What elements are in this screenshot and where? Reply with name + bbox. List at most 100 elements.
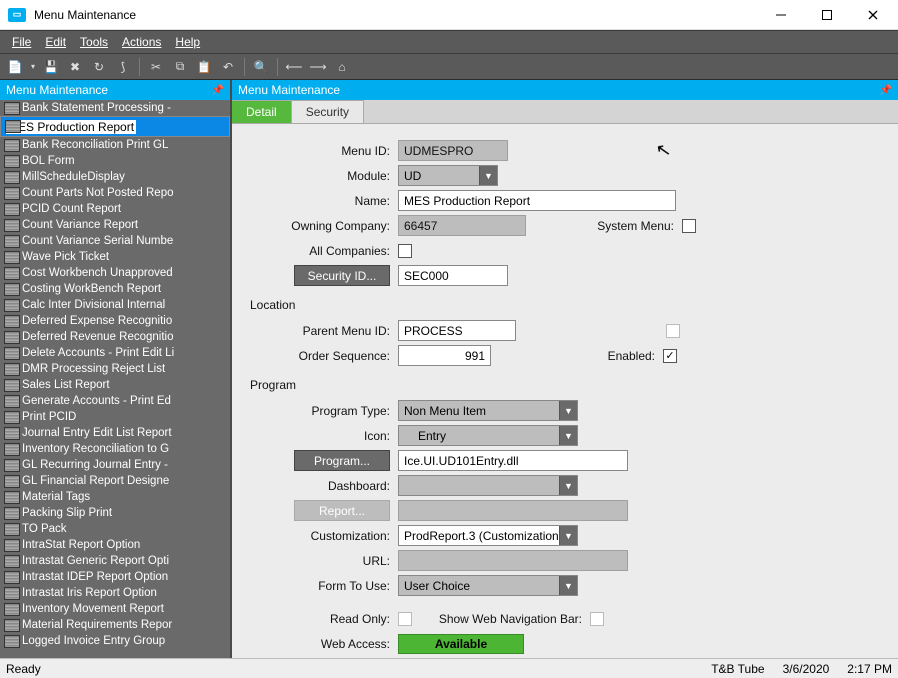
new-icon[interactable]: 📄: [4, 56, 26, 78]
tree-item-label: Generate Accounts - Print Ed: [22, 395, 171, 407]
menu-file[interactable]: File: [6, 32, 37, 52]
security-id-button[interactable]: Security ID...: [294, 265, 390, 286]
menu-edit[interactable]: Edit: [39, 32, 72, 52]
enabled-checkbox[interactable]: ✓: [663, 349, 677, 363]
show-web-nav-checkbox[interactable]: [590, 612, 604, 626]
tree-item[interactable]: PCID Count Report: [0, 201, 230, 217]
new-dropdown-icon[interactable]: ▾: [28, 56, 38, 78]
tree-item[interactable]: Material Requirements Repor: [0, 617, 230, 633]
copy-icon[interactable]: ⧉: [169, 56, 191, 78]
app-icon: ▭: [8, 8, 26, 22]
customization-select[interactable]: ProdReport.3 (Customization)▼: [398, 525, 578, 546]
cut-icon[interactable]: ✂: [145, 56, 167, 78]
tree-item[interactable]: Bank Reconciliation Print GL: [0, 137, 230, 153]
tree-item-label: Delete Accounts - Print Edit Li: [22, 347, 174, 359]
tree-item[interactable]: Deferred Revenue Recognitio: [0, 329, 230, 345]
form-to-use-select[interactable]: User Choice▼: [398, 575, 578, 596]
tree-item[interactable]: Wave Pick Ticket: [0, 249, 230, 265]
read-only-checkbox[interactable]: [398, 612, 412, 626]
system-menu-checkbox[interactable]: [682, 219, 696, 233]
minimize-button[interactable]: [758, 0, 804, 30]
tab-security[interactable]: Security: [292, 100, 364, 123]
tree-item-label: Logged Invoice Entry Group: [22, 635, 165, 647]
tree-item-label: Sales List Report: [22, 379, 110, 391]
tree-item[interactable]: Material Tags: [0, 489, 230, 505]
chevron-down-icon: ▼: [479, 166, 497, 185]
menu-actions[interactable]: Actions: [116, 32, 167, 52]
tree-item[interactable]: Count Variance Report: [0, 217, 230, 233]
tree-item[interactable]: Intrastat Iris Report Option: [0, 585, 230, 601]
nav-home-icon[interactable]: ⌂: [331, 56, 353, 78]
maximize-button[interactable]: [804, 0, 850, 30]
tree-item[interactable]: Calc Inter Divisional Internal: [0, 297, 230, 313]
tree-item[interactable]: MES Production Report: [0, 116, 230, 137]
paste-icon[interactable]: 📋: [193, 56, 215, 78]
tree-item[interactable]: TO Pack: [0, 521, 230, 537]
tree-item[interactable]: Deferred Expense Recognitio: [0, 313, 230, 329]
search-icon[interactable]: 🔍: [250, 56, 272, 78]
tree-item-label: Count Variance Report: [22, 219, 138, 231]
tree-item[interactable]: Print PCID: [0, 409, 230, 425]
tree-item[interactable]: GL Recurring Journal Entry -: [0, 457, 230, 473]
all-companies-checkbox[interactable]: [398, 244, 412, 258]
tree-item-label: GL Financial Report Designe: [22, 475, 169, 487]
menu-id-field[interactable]: [398, 140, 508, 161]
unknown-checkbox[interactable]: [666, 324, 680, 338]
program-field[interactable]: [398, 450, 628, 471]
nav-back-icon[interactable]: ⟵: [283, 56, 305, 78]
save-icon[interactable]: 💾: [40, 56, 62, 78]
tree-item[interactable]: Cost Workbench Unapproved: [0, 265, 230, 281]
clear-icon[interactable]: ⟆: [112, 56, 134, 78]
tab-detail[interactable]: Detail: [232, 100, 292, 123]
tree-item-label: Bank Statement Processing -: [22, 102, 171, 114]
tree-item-label: Cost Workbench Unapproved: [22, 267, 173, 279]
tree-item[interactable]: Costing WorkBench Report: [0, 281, 230, 297]
tree-item[interactable]: Delete Accounts - Print Edit Li: [0, 345, 230, 361]
menu-tools[interactable]: Tools: [74, 32, 114, 52]
tree-item[interactable]: BOL Form: [0, 153, 230, 169]
delete-icon[interactable]: ✖: [64, 56, 86, 78]
chevron-down-icon: ▼: [559, 526, 577, 545]
tree-item[interactable]: DMR Processing Reject List: [0, 361, 230, 377]
security-id-field[interactable]: [398, 265, 508, 286]
owning-company-field[interactable]: [398, 215, 526, 236]
tree-item[interactable]: MillScheduleDisplay: [0, 169, 230, 185]
tree-item[interactable]: Logged Invoice Entry Group: [0, 633, 230, 649]
order-sequence-field[interactable]: [398, 345, 491, 366]
dashboard-select[interactable]: ▼: [398, 475, 578, 496]
tree-item[interactable]: Intrastat IDEP Report Option: [0, 569, 230, 585]
tree-item-label: GL Recurring Journal Entry -: [22, 459, 168, 471]
tree-item[interactable]: Inventory Reconciliation to G: [0, 441, 230, 457]
program-button[interactable]: Program...: [294, 450, 390, 471]
pin-icon[interactable]: 📌: [880, 85, 892, 96]
icon-select[interactable]: Entry▼: [398, 425, 578, 446]
menu-tree[interactable]: Bank Statement Processing - MES Productio…: [0, 100, 230, 658]
program-type-select[interactable]: Non Menu Item▼: [398, 400, 578, 421]
tree-item[interactable]: IntraStat Report Option: [0, 537, 230, 553]
module-select[interactable]: UD▼: [398, 165, 498, 186]
tree-item[interactable]: Journal Entry Edit List Report: [0, 425, 230, 441]
tree-item[interactable]: Sales List Report: [0, 377, 230, 393]
name-field[interactable]: [398, 190, 676, 211]
menu-help[interactable]: Help: [169, 32, 206, 52]
chevron-down-icon: ▼: [559, 576, 577, 595]
tree-item[interactable]: Intrastat Generic Report Opti: [0, 553, 230, 569]
chevron-down-icon: ▼: [559, 476, 577, 495]
tree-item[interactable]: Generate Accounts - Print Ed: [0, 393, 230, 409]
tree-item[interactable]: Packing Slip Print: [0, 505, 230, 521]
tree-item[interactable]: Count Variance Serial Numbe: [0, 233, 230, 249]
owning-company-label: Owning Company:: [250, 219, 398, 233]
pin-icon[interactable]: 📌: [212, 85, 224, 96]
tree-item[interactable]: Inventory Movement Report: [0, 601, 230, 617]
nav-forward-icon[interactable]: ⟶: [307, 56, 329, 78]
status-ready: Ready: [6, 662, 41, 676]
close-button[interactable]: [850, 0, 896, 30]
tree-item[interactable]: Count Parts Not Posted Repo: [0, 185, 230, 201]
refresh-icon[interactable]: ↻: [88, 56, 110, 78]
parent-menu-id-field[interactable]: [398, 320, 516, 341]
program-group-title: Program: [250, 378, 880, 392]
tree-item[interactable]: GL Financial Report Designe: [0, 473, 230, 489]
url-field[interactable]: [398, 550, 628, 571]
tree-item[interactable]: Bank Statement Processing -: [0, 100, 230, 116]
undo-icon[interactable]: ↶: [217, 56, 239, 78]
